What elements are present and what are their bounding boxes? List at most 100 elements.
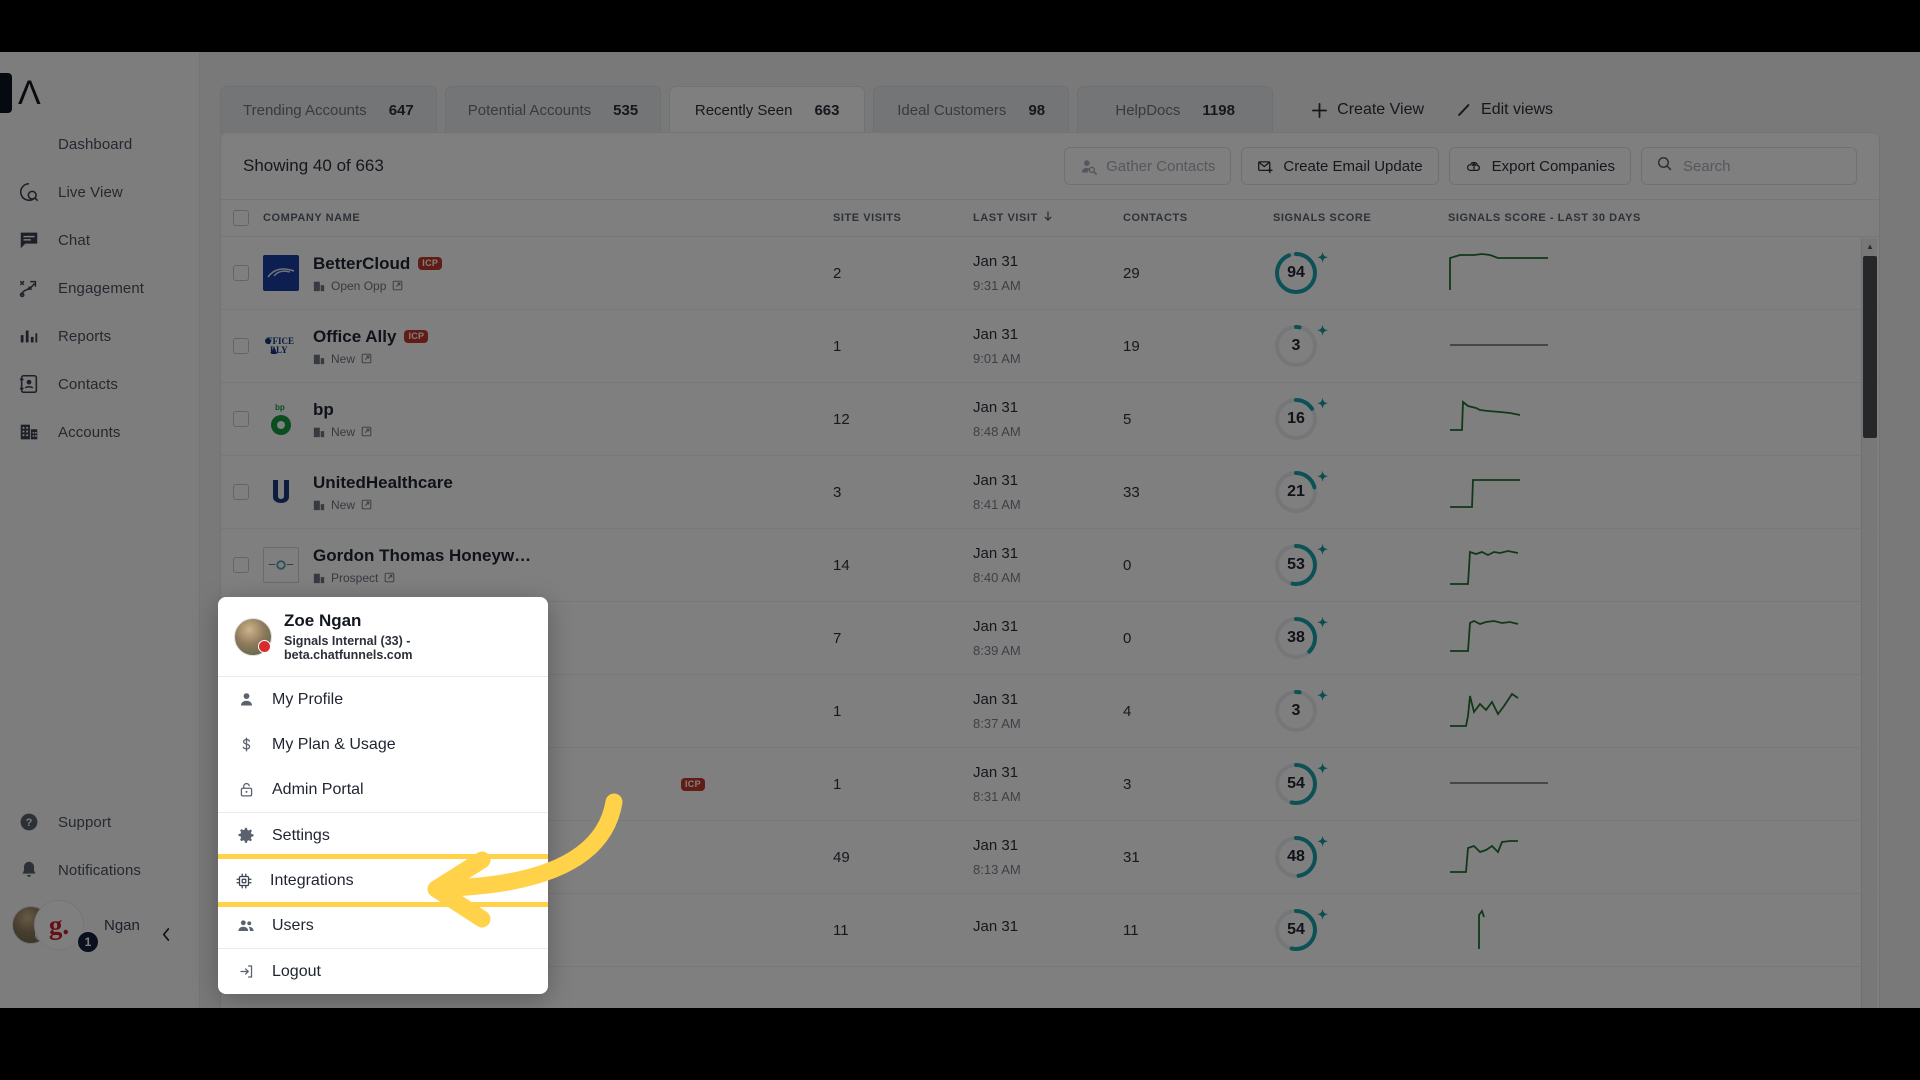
tab-potential-accounts[interactable]: Potential Accounts 535 xyxy=(444,86,662,134)
sparkline-chart xyxy=(1450,478,1520,508)
tab-helpdocs[interactable]: HelpDocs 1198 xyxy=(1077,86,1274,134)
create-email-update-button[interactable]: Create Email Update xyxy=(1241,147,1439,185)
signals-score-cell: 54 ✦ xyxy=(1273,907,1448,953)
menu-item-my-profile[interactable]: My Profile xyxy=(218,677,548,722)
search-box[interactable] xyxy=(1641,147,1857,185)
menu-item-label: My Plan & Usage xyxy=(272,735,396,753)
company-status[interactable]: New xyxy=(313,425,372,439)
sidebar-item-support[interactable]: ? Support xyxy=(0,798,200,846)
table-row[interactable]: FFICE LLY Office Ally ICP New 1 Jan 31 9… xyxy=(221,310,1879,383)
score-sparkle-icon: ✦ xyxy=(1317,469,1328,484)
lambda-icon: Λ xyxy=(18,74,41,112)
tab-recently-seen[interactable]: Recently Seen 663 xyxy=(669,86,866,134)
company-status[interactable]: Open Opp xyxy=(313,279,442,293)
create-view-button[interactable]: Create View xyxy=(1295,101,1440,119)
people-icon xyxy=(236,917,256,935)
score-sparkle-icon: ✦ xyxy=(1317,761,1328,776)
sparkline-chart xyxy=(1450,549,1519,585)
sidebar-user-name: Ngan xyxy=(104,916,140,934)
menu-item-admin-portal[interactable]: Admin Portal xyxy=(218,767,548,812)
sidebar-item-chat[interactable]: Chat xyxy=(0,216,200,264)
score-gauge: 38 ✦ xyxy=(1273,615,1328,661)
sidebar-item-reports[interactable]: Reports xyxy=(0,312,200,360)
contacts-value: 0 xyxy=(1123,556,1132,574)
column-header-company-name[interactable]: COMPANY NAME xyxy=(263,212,833,224)
last-visit-time: 9:01 AM xyxy=(973,351,1021,366)
scrollbar-thumb[interactable] xyxy=(1863,256,1877,438)
score-gauge: 54 ✦ xyxy=(1273,907,1328,953)
row-checkbox[interactable] xyxy=(233,265,249,281)
office-ally-logo: FFICE LLY xyxy=(263,328,299,364)
tab-ideal-customers[interactable]: Ideal Customers 98 xyxy=(873,86,1070,134)
signals-score-value: 48 xyxy=(1287,848,1305,865)
company-name[interactable]: Gordon Thomas Honeyw… xyxy=(313,546,531,566)
last-visit-time: 8:41 AM xyxy=(973,497,1021,512)
contacts-value: 29 xyxy=(1123,264,1140,282)
company-cell: bp bp New xyxy=(263,400,833,439)
last-visit-time: 8:13 AM xyxy=(973,862,1021,877)
table-scrollbar[interactable]: ▲ ▼ xyxy=(1861,238,1877,1008)
company-status[interactable]: New xyxy=(313,352,428,366)
chevron-left-icon[interactable] xyxy=(154,922,178,946)
menu-item-settings[interactable]: Settings xyxy=(218,813,548,858)
row-checkbox[interactable] xyxy=(233,557,249,573)
menu-item-logout[interactable]: Logout xyxy=(218,949,548,994)
tab-trending-accounts[interactable]: Trending Accounts 647 xyxy=(220,86,437,134)
signals-score-cell: 21 ✦ xyxy=(1273,469,1448,515)
search-icon xyxy=(1656,155,1673,177)
menu-item-users[interactable]: Users xyxy=(218,903,548,948)
sidebar-item-live-view[interactable]: Live View xyxy=(0,168,200,216)
column-header-last-visit[interactable]: LAST VISIT xyxy=(973,211,1123,225)
menu-item-integrations[interactable]: Integrations xyxy=(218,854,548,907)
menu-item-label: Integrations xyxy=(270,871,354,889)
sidebar-item-dashboard[interactable]: Dashboard xyxy=(0,120,200,168)
table-header: COMPANY NAME SITE VISITS LAST VISIT CONT… xyxy=(221,199,1879,237)
table-row[interactable]: BetterCloud ICP Open Opp 2 Jan 31 9:31 A… xyxy=(221,237,1879,310)
company-name[interactable]: bp xyxy=(313,400,334,420)
tab-count: 647 xyxy=(388,102,414,119)
sparkline-cell xyxy=(1448,830,1879,885)
sidebar-item-engagement[interactable]: Engagement xyxy=(0,264,200,312)
row-checkbox[interactable] xyxy=(233,411,249,427)
company-name[interactable]: Office Ally xyxy=(313,327,396,347)
search-input[interactable] xyxy=(1683,157,1842,175)
scroll-up-arrow-icon[interactable]: ▲ xyxy=(1862,238,1878,254)
row-checkbox[interactable] xyxy=(233,338,249,354)
last-visit-time: 8:37 AM xyxy=(973,716,1021,731)
sidebar-item-label: Engagement xyxy=(58,279,145,297)
table-row[interactable]: UnitedHealthcare New 3 Jan 31 8:41 AM 33… xyxy=(221,456,1879,529)
sidebar-item-accounts[interactable]: Accounts xyxy=(0,408,200,456)
edit-views-button[interactable]: Edit views xyxy=(1440,101,1569,119)
sidebar-item-label: Support xyxy=(58,813,112,831)
dropdown-user-header: Zoe Ngan Signals Internal (33) - beta.ch… xyxy=(218,597,548,676)
column-header-contacts[interactable]: CONTACTS xyxy=(1123,212,1273,224)
column-header-signals-score[interactable]: SIGNALS SCORE xyxy=(1273,212,1448,224)
company-status-label: Prospect xyxy=(331,570,379,585)
sparkline-chart xyxy=(1449,252,1548,290)
app-logo[interactable]: Λ xyxy=(0,68,200,118)
menu-item-my-plan-usage[interactable]: My Plan & Usage xyxy=(218,722,548,767)
company-status[interactable]: Prospect xyxy=(313,571,531,585)
notification-count-badge: 1 xyxy=(76,930,100,954)
select-all-checkbox[interactable] xyxy=(233,210,249,226)
company-status[interactable]: New xyxy=(313,498,453,512)
table-row[interactable]: bp bp New 12 Jan 31 8:48 AM 5 16 ✦ xyxy=(221,383,1879,456)
tab-count: 663 xyxy=(814,102,840,119)
company-name[interactable]: BetterCloud xyxy=(313,254,410,274)
table-row[interactable]: Gordon Thomas Honeyw… Prospect 14 Jan 31 xyxy=(221,529,1879,602)
gather-contacts-button[interactable]: Gather Contacts xyxy=(1064,147,1232,185)
sidebar-item-label: Chat xyxy=(58,231,91,249)
score-gauge: 21 ✦ xyxy=(1273,469,1328,515)
export-companies-label: Export Companies xyxy=(1491,157,1615,175)
row-checkbox[interactable] xyxy=(233,484,249,500)
company-name[interactable]: UnitedHealthcare xyxy=(313,473,453,493)
export-companies-button[interactable]: Export Companies xyxy=(1448,147,1631,185)
site-visits-value: 11 xyxy=(833,921,849,939)
column-header-site-visits[interactable]: SITE VISITS xyxy=(833,212,973,224)
score-gauge: 48 ✦ xyxy=(1273,834,1328,880)
sidebar-item-notifications[interactable]: Notifications xyxy=(0,846,200,894)
sidebar-item-contacts[interactable]: Contacts xyxy=(0,360,200,408)
signals-score-cell: 94 ✦ xyxy=(1273,250,1448,296)
live-view-icon xyxy=(14,178,44,206)
column-header-signals-score-30d[interactable]: SIGNALS SCORE - LAST 30 DAYS xyxy=(1448,212,1879,224)
